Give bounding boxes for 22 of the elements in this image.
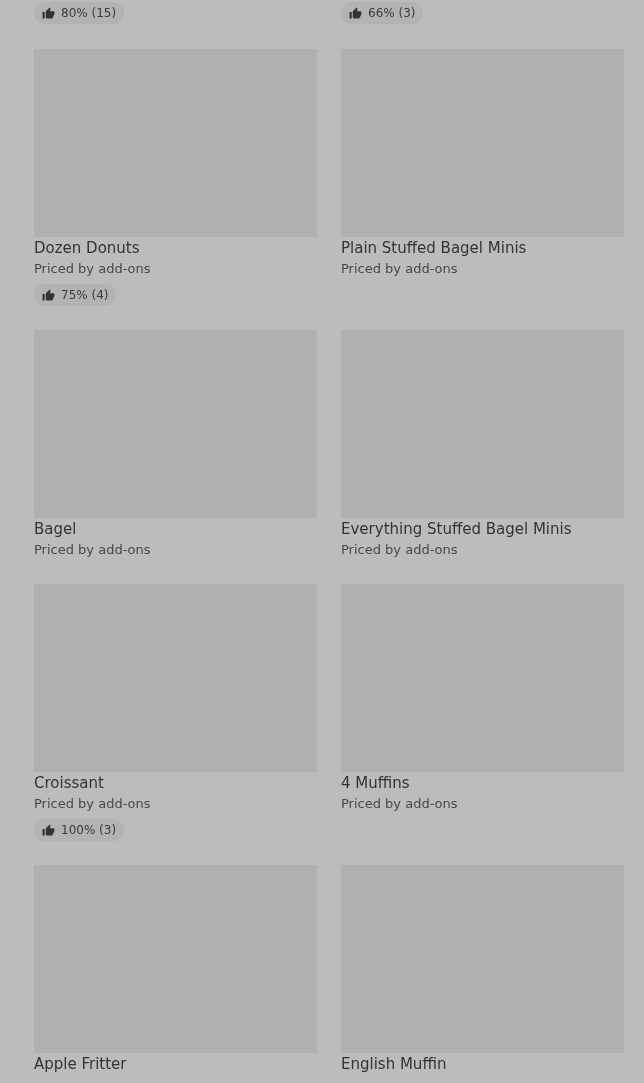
item-name[interactable]: Bagel bbox=[34, 520, 77, 538]
item-name[interactable]: Dozen Donuts bbox=[34, 239, 140, 257]
item-price: Priced by add-ons bbox=[341, 541, 458, 559]
thumbs-up-icon bbox=[42, 288, 55, 302]
thumbs-up-icon bbox=[349, 6, 362, 20]
rating-text: 66% (3) bbox=[368, 6, 416, 20]
item-name[interactable]: Apple Fritter bbox=[34, 1055, 127, 1073]
item-name[interactable]: English Muffin bbox=[341, 1055, 447, 1073]
rating-text: 75% (4) bbox=[61, 288, 109, 302]
item-name[interactable]: 4 Muffins bbox=[341, 774, 410, 792]
item-price: Priced by add-ons bbox=[341, 260, 458, 278]
thumbs-up-icon bbox=[42, 823, 55, 837]
item-name[interactable]: Everything Stuffed Bagel Minis bbox=[341, 520, 572, 538]
rating-text: 100% (3) bbox=[61, 823, 117, 837]
item-price: Priced by add-ons bbox=[34, 541, 151, 559]
item-price: Priced by add-ons bbox=[34, 260, 151, 278]
rating-text: 80% (15) bbox=[61, 6, 117, 20]
item-price: Priced by add-ons bbox=[341, 795, 458, 813]
item-name[interactable]: Croissant bbox=[34, 774, 104, 792]
item-price: Priced by add-ons bbox=[34, 795, 151, 813]
item-name[interactable]: Plain Stuffed Bagel Minis bbox=[341, 239, 527, 257]
thumbs-up-icon bbox=[42, 6, 55, 20]
